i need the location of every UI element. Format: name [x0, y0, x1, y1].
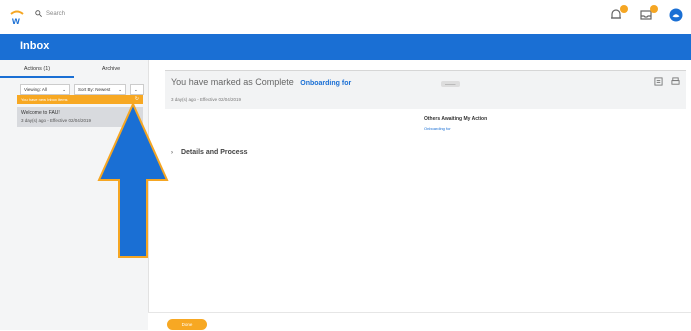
headline-text: You have marked as Complete [171, 77, 294, 87]
export-icon[interactable] [654, 77, 663, 86]
others-awaiting-section: Others Awaiting My Action Onboarding for [424, 116, 487, 131]
up-arrow-annotation [97, 102, 169, 258]
notifications-button[interactable] [609, 5, 628, 24]
tab-archive[interactable]: Archive [74, 60, 148, 78]
svg-text:w: w [11, 16, 20, 26]
print-icon[interactable] [671, 77, 680, 86]
details-label: Details and Process [180, 149, 248, 156]
search-icon [35, 10, 42, 17]
details-and-process-toggle[interactable]: › Details and Process [171, 149, 247, 156]
inbox-banner: Inbox [0, 34, 691, 60]
inbox-button[interactable] [639, 5, 658, 24]
others-awaiting-title: Others Awaiting My Action [424, 116, 488, 122]
chevron-down-icon: ⌄ [134, 87, 138, 92]
tab-actions[interactable]: Actions (1) [0, 60, 74, 78]
search-placeholder: Search [46, 10, 66, 17]
sort-value: Sort By: Newest [78, 87, 111, 92]
footer-bar [148, 312, 691, 331]
profile-button[interactable] [669, 8, 685, 24]
completion-meta: 3 day(s) ago - Effective 02/04/2019 [171, 97, 241, 102]
status-pill: ——— [441, 81, 460, 87]
profile-avatar-icon [669, 8, 683, 22]
completion-card: You have marked as Complete Onboarding f… [165, 70, 686, 109]
inbox-badge [650, 5, 658, 13]
notification-text: You have new Inbox items [21, 97, 68, 102]
chevron-right-icon: › [171, 150, 173, 156]
top-bar: w Search [0, 0, 691, 35]
page-title: Inbox [20, 40, 50, 52]
notification-badge [620, 5, 628, 13]
chevron-down-icon: ⌄ [62, 87, 66, 92]
done-button[interactable]: Done [167, 319, 207, 330]
sort-select[interactable]: Sort By: Newest ⌄ [74, 84, 126, 95]
viewing-value: Viewing: All [24, 87, 47, 92]
onboarding-link[interactable]: Onboarding for [300, 80, 351, 87]
chevron-down-icon: ⌄ [118, 87, 122, 92]
others-onboarding-link[interactable]: Onboarding for [424, 126, 487, 131]
completion-headline: You have marked as Complete Onboarding f… [171, 77, 351, 87]
viewing-select[interactable]: Viewing: All ⌄ [20, 84, 70, 95]
search-input[interactable]: Search [35, 10, 65, 17]
more-options-button[interactable]: ⌄ [130, 84, 144, 95]
workday-logo-icon[interactable]: w [8, 8, 26, 26]
